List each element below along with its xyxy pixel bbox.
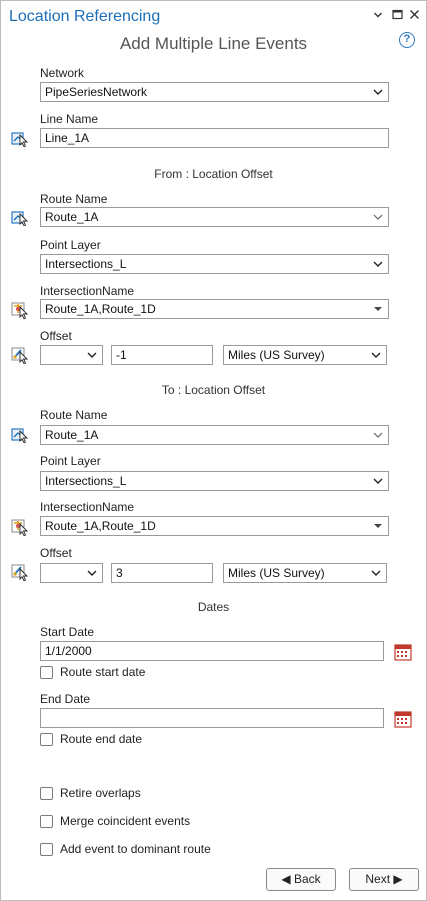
dates-section-header: Dates [197,600,230,614]
to-route-name-dropdown[interactable]: Route_1A [40,425,389,445]
select-route-tool-icon[interactable] [10,425,30,445]
chevron-down-icon [369,346,383,364]
to-offset-units-dropdown[interactable]: Miles (US Survey) [223,563,387,583]
select-intersection-tool-icon[interactable] [10,300,30,320]
to-offset-direction-dropdown[interactable] [40,563,103,583]
end-date-label: End Date [40,692,91,706]
chevron-down-icon [371,426,385,444]
from-point-layer-dropdown[interactable]: Intersections_L [40,254,389,274]
from-offset-direction-dropdown[interactable] [40,345,103,365]
network-label: Network [40,66,85,80]
chevron-down-icon [371,83,385,101]
to-section-header: To : Location Offset [161,383,266,397]
caret-down-icon [371,517,385,535]
chevron-down-icon[interactable] [370,7,386,25]
select-line-tool-icon[interactable] [10,129,30,149]
from-offset-units-dropdown[interactable]: Miles (US Survey) [223,345,387,365]
to-offset-value-input[interactable]: 3 [111,563,213,583]
merge-coincident-checkbox[interactable] [40,815,53,828]
pane-titlebar: Location Referencing [1,1,426,33]
caret-down-icon [371,300,385,318]
calendar-icon[interactable] [394,643,412,661]
line-name-input[interactable]: Line_1A [40,128,389,148]
from-route-name-dropdown[interactable]: Route_1A [40,207,389,227]
to-point-layer-dropdown[interactable]: Intersections_L [40,471,389,491]
from-intersection-label: IntersectionName [40,284,135,298]
chevron-down-icon [371,472,385,490]
location-referencing-pane: Location Referencing Add Multiple Line E… [0,0,427,901]
line-name-label: Line Name [40,112,99,126]
route-end-date-checkbox[interactable] [40,733,53,746]
chevron-down-icon [369,564,383,582]
calendar-icon[interactable] [394,710,412,728]
start-date-input[interactable]: 1/1/2000 [40,641,384,661]
to-point-layer-label: Point Layer [40,454,101,468]
chevron-down-icon [85,346,99,364]
to-route-name-label: Route Name [40,408,108,422]
from-section-header: From : Location Offset [154,167,273,181]
route-start-date-checkbox[interactable] [40,666,53,679]
start-date-label: Start Date [40,625,95,639]
select-route-tool-icon[interactable] [10,208,30,228]
from-route-name-label: Route Name [40,192,108,206]
select-intersection-tool-icon[interactable] [10,517,30,537]
maximize-icon[interactable] [389,7,405,25]
pane-title: Location Referencing [9,8,161,25]
chevron-down-icon [371,255,385,273]
close-icon[interactable] [406,7,422,25]
from-offset-value-input[interactable]: -1 [111,345,213,365]
measure-offset-tool-icon[interactable] [10,562,30,582]
next-button[interactable]: Next ▶ [349,868,419,891]
end-date-input[interactable] [40,708,384,728]
from-offset-label: Offset [40,329,72,343]
from-intersection-dropdown[interactable]: Route_1A,Route_1D [40,299,389,319]
chevron-down-icon [371,208,385,226]
chevron-down-icon [85,564,99,582]
network-dropdown[interactable]: PipeSeriesNetwork [40,82,389,102]
to-intersection-dropdown[interactable]: Route_1A,Route_1D [40,516,389,536]
from-point-layer-label: Point Layer [40,238,101,252]
tool-title: Add Multiple Line Events [119,34,308,53]
back-button[interactable]: ◀ Back [266,868,336,891]
retire-overlaps-checkbox[interactable] [40,787,53,800]
help-icon[interactable]: ? [399,32,415,48]
to-offset-label: Offset [40,546,72,560]
to-intersection-label: IntersectionName [40,500,135,514]
add-to-dominant-route-checkbox[interactable] [40,843,53,856]
measure-offset-tool-icon[interactable] [10,345,30,365]
